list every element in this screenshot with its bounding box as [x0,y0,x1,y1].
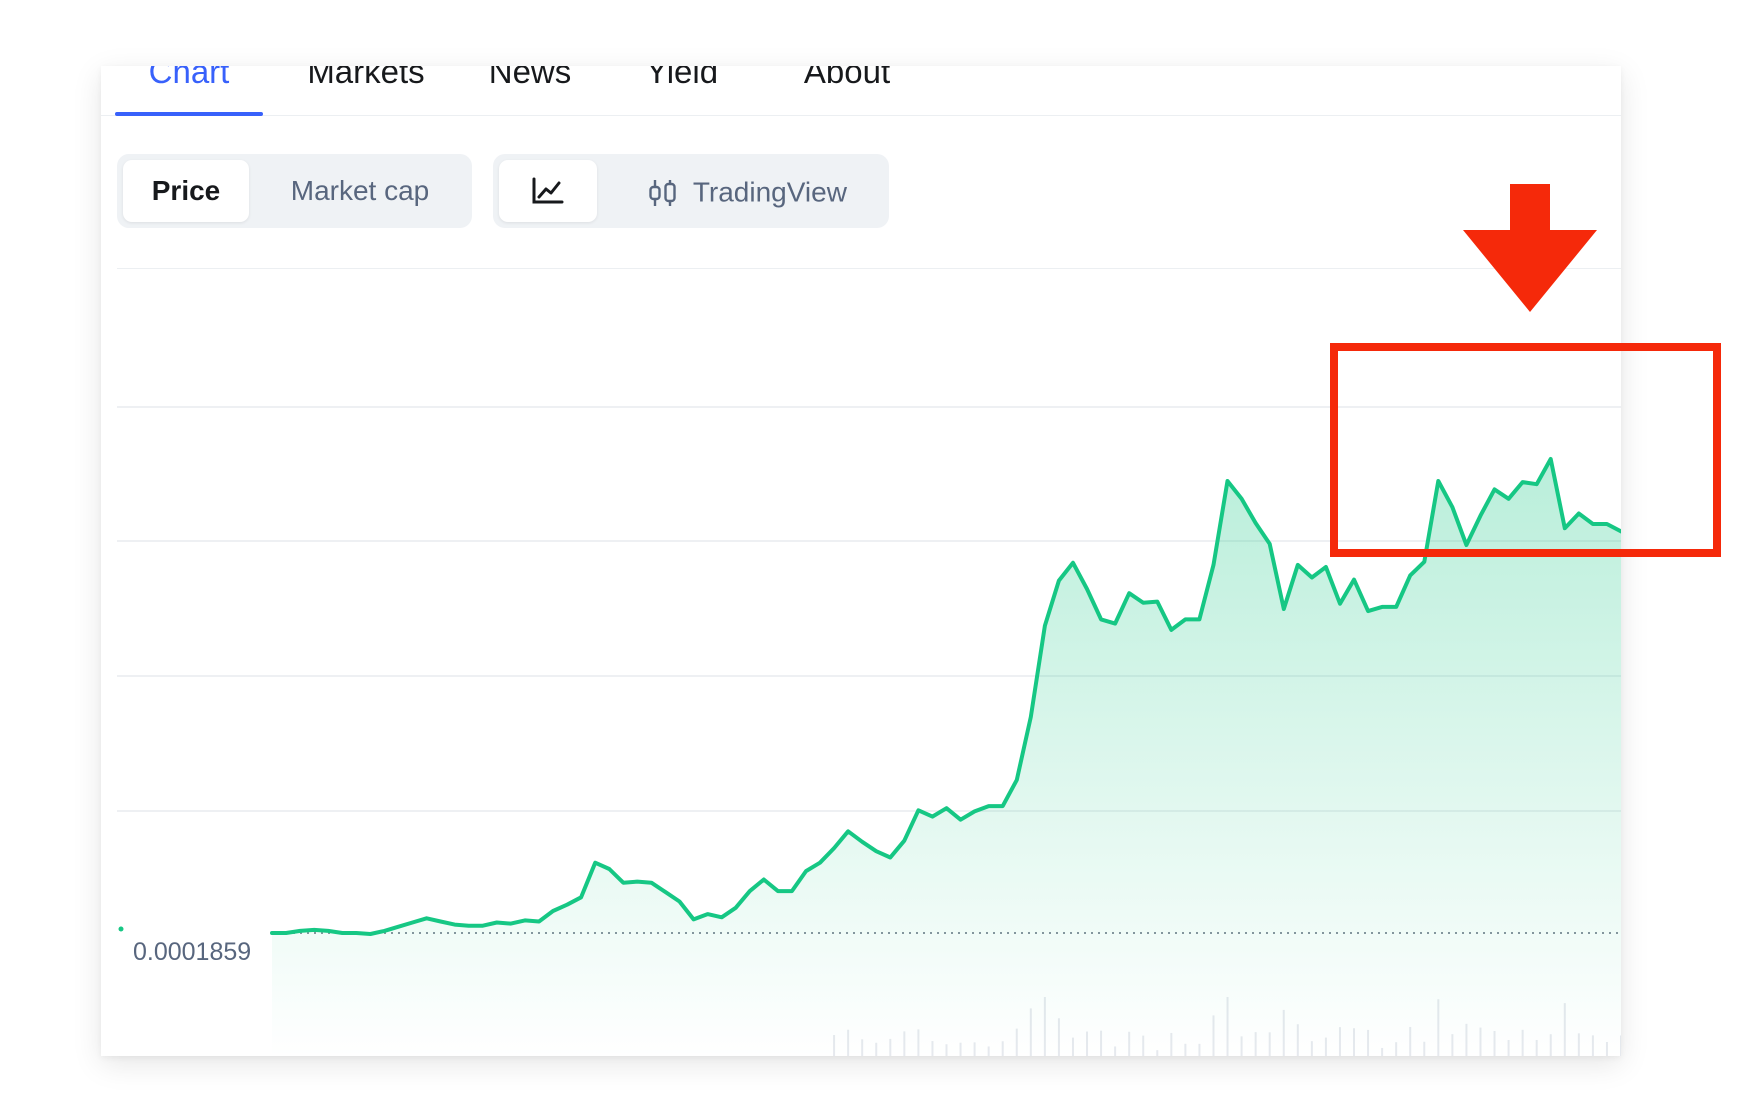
tab-markets-label: Markets [307,66,425,90]
tab-news[interactable]: News [470,66,590,115]
tradingview-button[interactable]: TradingView [609,160,885,222]
candlestick-icon [649,179,676,206]
tab-chart-label: Chart [148,66,230,90]
baseline-price-label: 0.0001859 [133,938,251,966]
coin-chart-card: Chart Markets News Yield About Price Mar… [101,66,1621,1056]
tab-yield[interactable]: Yield [626,66,738,115]
tab-chart[interactable]: Chart [115,66,263,116]
price-chart-svg: 0.0001859 [117,406,1621,1056]
price-marketcap-toggle: Price Market cap [117,154,472,228]
chart-type-toggle: TradingView [493,154,889,228]
line-chart-button[interactable] [499,160,597,222]
tab-bar: Chart Markets News Yield About [101,66,1621,116]
market-cap-button[interactable]: Market cap [257,160,463,222]
tradingview-label: TradingView [692,176,847,208]
price-chart: 0.0001859 [117,268,1621,1056]
tab-about[interactable]: About [784,66,910,115]
screenshot-stage: Chart Markets News Yield About Price Mar… [0,0,1738,1116]
line-chart-icon [532,177,564,204]
tab-about-label: About [803,66,891,90]
price-button[interactable]: Price [123,160,249,222]
baseline-dot [118,926,124,932]
tab-yield-label: Yield [645,66,719,90]
price-area-fill [272,459,1621,1056]
tab-markets[interactable]: Markets [291,66,441,115]
tab-news-label: News [488,66,572,90]
